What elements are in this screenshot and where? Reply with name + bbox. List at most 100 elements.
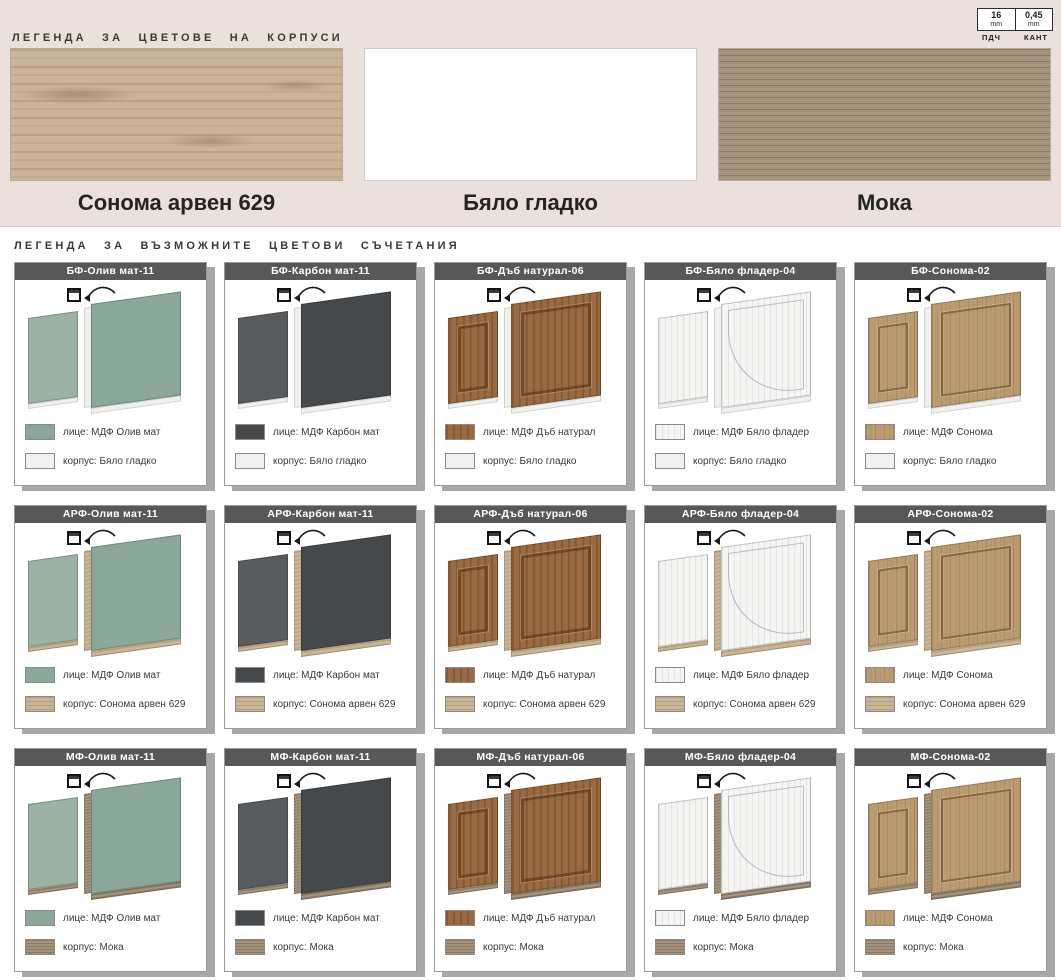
face-legend-label: лице: МДФ Олив мат: [63, 913, 160, 924]
body-legend-row: корпус: Бяло гладко: [655, 453, 836, 469]
face-color-swatch: [25, 667, 55, 683]
combo-card-title: БФ-Бяло фладер-04: [645, 263, 836, 280]
combo-card: МФ-Карбон мат-11 лице: МДФ Карбон мат ко…: [224, 748, 417, 972]
body-legend-row: корпус: Бяло гладко: [445, 453, 626, 469]
card-legend: лице: МДФ Бяло фладер корпус: Мока: [645, 908, 836, 955]
face-color-swatch: [865, 424, 895, 440]
door-panel-large: [301, 291, 391, 408]
body-legend-label: корпус: Сонома арвен 629: [903, 699, 1025, 710]
corner-detail-icon: [697, 288, 711, 302]
face-color-swatch: [235, 424, 265, 440]
combo-legend-section: ЛЕГЕНДА ЗА ВЪЗМОЖНИТЕ ЦВЕТОВИ СЪЧЕТАНИЯ …: [0, 227, 1061, 972]
face-legend-row: лице: МДФ Бяло фладер: [655, 667, 836, 683]
body-legend-label: корпус: Сонома арвен 629: [483, 699, 605, 710]
material-spec-box: 16 mm 0,45 mm ПДЧ КАНТ: [977, 8, 1053, 42]
body-legend-row: корпус: Бяло гладко: [235, 453, 416, 469]
curved-arrow-icon: [82, 768, 118, 790]
face-legend-row: лице: МДФ Карбон мат: [235, 424, 416, 440]
face-legend-row: лице: МДФ Олив мат: [25, 424, 206, 440]
combo-card-title: АРФ-Сонома-02: [855, 506, 1046, 523]
face-color-swatch: [445, 910, 475, 926]
face-color-swatch: [655, 424, 685, 440]
curved-arrow-icon: [712, 525, 748, 547]
catalog-page: ЛЕГЕНДА ЗА ЦВЕТОВЕ НА КОРПУСИ 16 mm 0,45…: [0, 0, 1061, 980]
door-panel-large: [931, 291, 1021, 408]
body-color-swatch: [865, 696, 895, 712]
face-legend-label: лице: МДФ Олив мат: [63, 670, 160, 681]
carcass-swatch-label: Мока: [718, 190, 1051, 216]
combo-card: МФ-Дъб натурал-06 лице: МДФ Дъб натурал …: [434, 748, 627, 972]
door-panel-small: [868, 797, 918, 890]
curved-arrow-icon: [292, 768, 328, 790]
body-legend-row: корпус: Мока: [445, 939, 626, 955]
combo-card-title: АРФ-Олив мат-11: [15, 506, 206, 523]
combo-legend-title: ЛЕГЕНДА ЗА ВЪЗМОЖНИТЕ ЦВЕТОВИ СЪЧЕТАНИЯ: [14, 240, 1061, 252]
face-legend-row: лице: МДФ Бяло фладер: [655, 910, 836, 926]
body-legend-row: корпус: Сонома арвен 629: [235, 696, 416, 712]
door-panel-large: [91, 777, 181, 894]
card-legend: лице: МДФ Карбон мат корпус: Мока: [225, 908, 416, 955]
combo-card-title: БФ-Дъб натурал-06: [435, 263, 626, 280]
body-legend-label: корпус: Бяло гладко: [903, 456, 996, 467]
corner-detail-icon: [697, 774, 711, 788]
corner-detail-icon: [697, 531, 711, 545]
face-color-swatch: [655, 667, 685, 683]
carcass-swatch-sample: [718, 48, 1051, 181]
combo-card-title: МФ-Бяло фладер-04: [645, 749, 836, 766]
face-color-swatch: [445, 667, 475, 683]
door-panel-small: [658, 797, 708, 890]
cabinet-doors-preview: [855, 523, 1046, 665]
body-legend-row: корпус: Сонома арвен 629: [865, 696, 1046, 712]
combo-card-title: БФ-Карбон мат-11: [225, 263, 416, 280]
cabinet-doors-preview: [225, 280, 416, 422]
face-color-swatch: [655, 910, 685, 926]
body-legend-label: корпус: Сонома арвен 629: [273, 699, 395, 710]
curved-arrow-icon: [502, 768, 538, 790]
body-legend-row: корпус: Мока: [865, 939, 1046, 955]
face-color-swatch: [445, 424, 475, 440]
body-legend-label: корпус: Бяло гладко: [693, 456, 786, 467]
body-legend-label: корпус: Мока: [63, 942, 124, 953]
corner-detail-icon: [907, 531, 921, 545]
spec-edge-label: КАНТ: [1024, 33, 1048, 42]
combo-card: БФ-Карбон мат-11 лице: МДФ Карбон мат ко…: [224, 262, 417, 486]
face-legend-label: лице: МДФ Дъб натурал: [483, 913, 595, 924]
door-panel-large: [301, 777, 391, 894]
face-legend-row: лице: МДФ Олив мат: [25, 910, 206, 926]
body-legend-row: корпус: Мока: [25, 939, 206, 955]
face-legend-label: лице: МДФ Бяло фладер: [693, 913, 809, 924]
door-panel-small: [28, 311, 78, 404]
face-legend-label: лице: МДФ Сонома: [903, 427, 993, 438]
combo-card: АРФ-Дъб натурал-06 лице: МДФ Дъб натурал…: [434, 505, 627, 729]
curved-arrow-icon: [82, 282, 118, 304]
card-legend: лице: МДФ Бяло фладер корпус: Сонома арв…: [645, 665, 836, 712]
cabinet-doors-preview: [225, 523, 416, 665]
door-panel-small: [658, 311, 708, 404]
cabinet-doors-preview: [225, 766, 416, 908]
door-panel-large: [931, 777, 1021, 894]
spec-thickness-cell: 16 mm: [977, 8, 1016, 31]
spec-cells: 16 mm 0,45 mm: [977, 8, 1053, 31]
corner-detail-icon: [277, 531, 291, 545]
door-panel-small: [238, 797, 288, 890]
face-color-swatch: [865, 667, 895, 683]
combo-card-title: АРФ-Карбон мат-11: [225, 506, 416, 523]
face-color-swatch: [25, 424, 55, 440]
card-legend: лице: МДФ Сонома корпус: Мока: [855, 908, 1046, 955]
body-legend-row: корпус: Бяло гладко: [25, 453, 206, 469]
door-panel-small: [238, 311, 288, 404]
face-color-swatch: [235, 667, 265, 683]
curved-arrow-icon: [502, 525, 538, 547]
combo-card-title: МФ-Карбон мат-11: [225, 749, 416, 766]
curved-arrow-icon: [712, 282, 748, 304]
door-panel-large: [511, 291, 601, 408]
card-legend: лице: МДФ Дъб натурал корпус: Мока: [435, 908, 626, 955]
cabinet-doors-preview: [15, 766, 206, 908]
face-legend-label: лице: МДФ Карбон мат: [273, 670, 380, 681]
face-legend-row: лице: МДФ Дъб натурал: [445, 667, 626, 683]
door-panel-large: [511, 534, 601, 651]
door-panel-small: [448, 554, 498, 647]
card-legend: лице: МДФ Карбон мат корпус: Сонома арве…: [225, 665, 416, 712]
carcass-swatch: Сонома арвен 629: [10, 48, 343, 216]
body-legend-label: корпус: Бяло гладко: [483, 456, 576, 467]
